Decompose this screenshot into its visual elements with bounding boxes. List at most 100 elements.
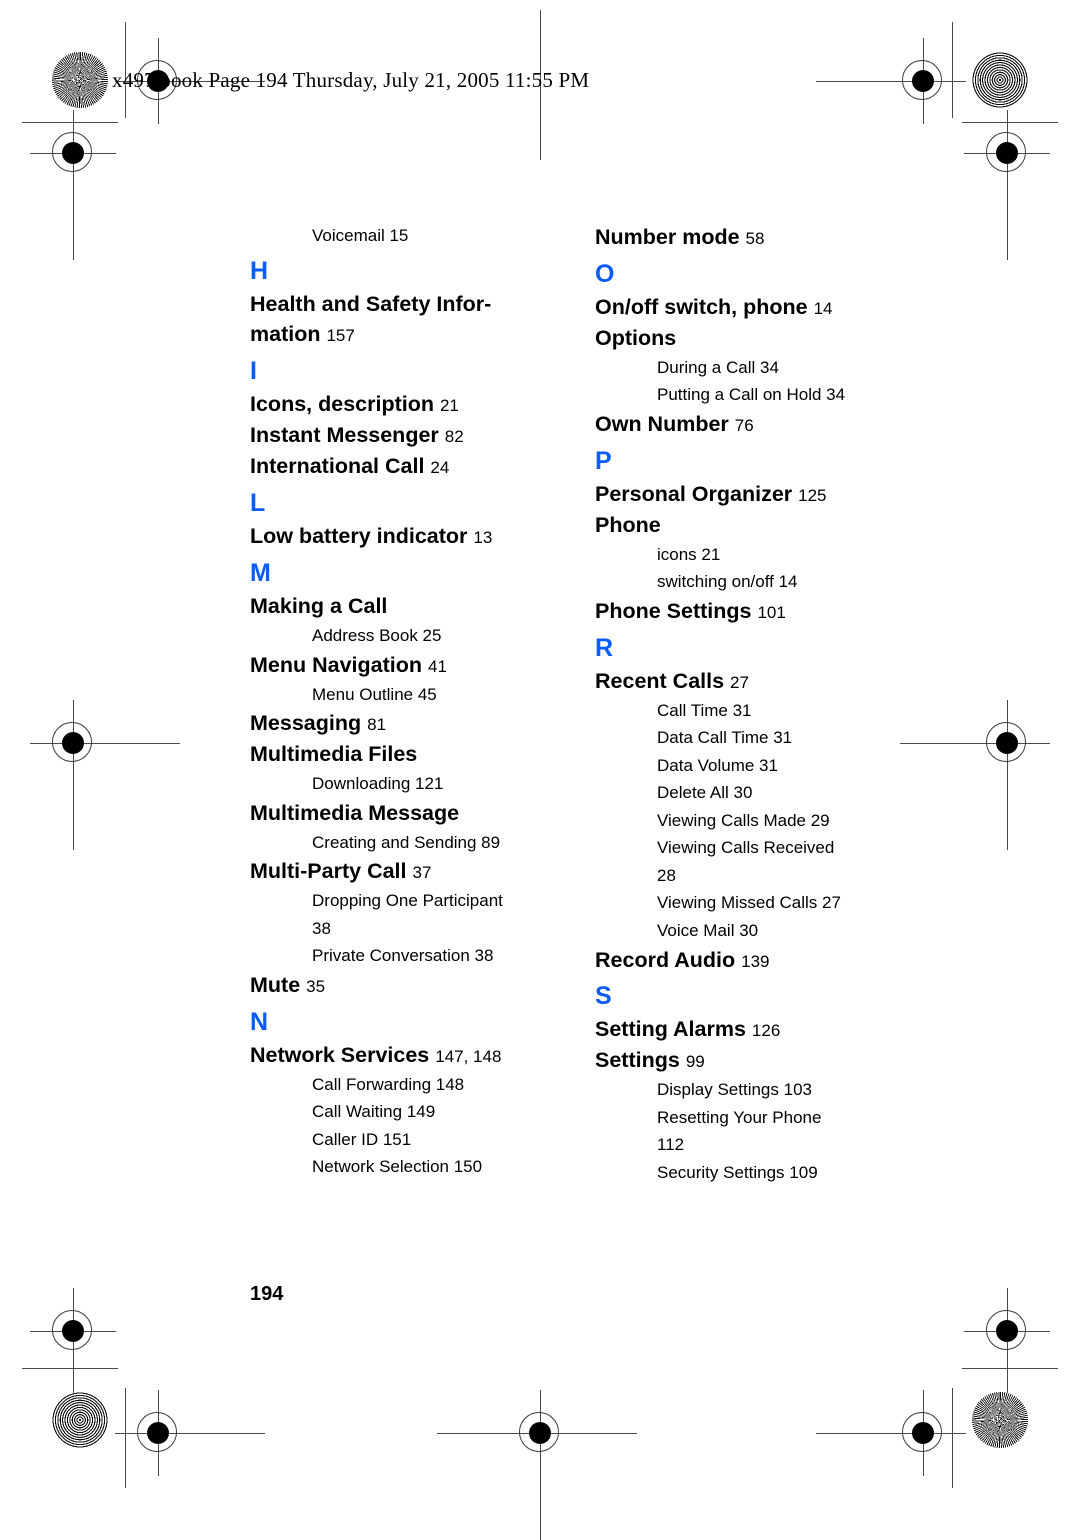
index-entry: Record Audio 139 — [595, 945, 905, 976]
index-entry-page-number: 58 — [745, 229, 765, 248]
index-entry: Health and Safety Infor- — [250, 289, 560, 320]
index-entry-page-number: 41 — [428, 656, 447, 676]
index-subentry: Menu Outline 45 — [312, 684, 437, 704]
index-entry-label: Icons, description — [250, 392, 434, 417]
index-entry-label: Messaging — [250, 711, 362, 736]
index-entry: Multimedia Message — [250, 798, 560, 829]
index-entry: Recent Calls 27 — [595, 666, 905, 697]
index-entry: Setting Alarms 126 — [595, 1014, 905, 1045]
file-slug-line: x497.book Page 194 Thursday, July 21, 20… — [112, 68, 590, 92]
index-entry-label: Multimedia Files — [250, 742, 418, 767]
index-column-right: Number mode 58 O On/off switch, phone 14 Op… — [595, 222, 905, 1187]
index-entry-label: Low battery indicator — [250, 524, 468, 549]
trim-rule-lower-right-horizontal — [962, 1368, 1058, 1370]
index-entry-page-number: 76 — [734, 415, 754, 435]
index-entry-page-number: 125 — [798, 485, 827, 505]
index-subentry: Viewing Calls Made 29 — [657, 810, 830, 830]
index-subentry: 38 — [312, 918, 331, 938]
index-subentry: Voicemail 15 — [312, 226, 409, 245]
index-column-left: Voicemail 15 H Health and Safety Infor-mat… — [250, 222, 560, 1181]
index-subentry: Viewing Calls Received — [657, 838, 835, 858]
registration-crosshair-mid-right — [900, 700, 1050, 850]
index-letter-heading: P — [595, 446, 612, 475]
registration-burst-top-right — [972, 52, 1028, 108]
index-letter-heading: N — [250, 1007, 269, 1036]
index-subentry: Data Call Time 31 — [657, 728, 793, 748]
index-entry-page-number: 101 — [757, 602, 786, 622]
index-entry-label: On/off switch, phone — [595, 294, 808, 319]
index-entry: Multimedia Files — [250, 739, 560, 770]
index-subentry: Network Selection 150 — [312, 1157, 483, 1177]
index-entry: mation 157 — [250, 319, 560, 350]
index-entry-label: Number mode — [595, 225, 740, 249]
registration-crosshair-lower-left — [30, 1288, 116, 1438]
index-entry-label: Options — [595, 325, 677, 350]
index-subentry: Call Forwarding 148 — [312, 1074, 465, 1094]
index-entry-label: Recent Calls — [595, 668, 725, 693]
index-entry-label: Multimedia Message — [250, 800, 460, 825]
registration-crosshair-top-right — [816, 38, 966, 124]
index-subentry: Caller ID 151 — [312, 1129, 412, 1149]
index-entry-page-number: 35 — [306, 976, 326, 996]
registration-crosshair-mid-left — [30, 700, 180, 850]
index-entry: Network Services 147, 148 — [250, 1040, 560, 1071]
index-entry-label: mation — [250, 322, 321, 347]
index-entry: Mute 35 — [250, 970, 560, 1001]
index-letter-heading: I — [250, 357, 257, 386]
index-entry-page-number: 99 — [685, 1052, 705, 1072]
index-letter-heading: O — [595, 259, 615, 288]
index-letter-heading: H — [250, 256, 269, 285]
index-letter-heading: M — [250, 559, 271, 588]
index-subentry: Viewing Missed Calls 27 — [657, 893, 841, 913]
index-subentry: switching on/off 14 — [657, 572, 798, 592]
index-entry: Number mode 58 — [595, 222, 905, 253]
index-subentry: Creating and Sending 89 — [312, 832, 501, 852]
index-entry: Own Number 76 — [595, 409, 905, 440]
index-letter-heading: L — [250, 489, 266, 518]
index-subentry: Delete All 30 — [657, 783, 753, 803]
registration-burst-bottom-left — [52, 1392, 108, 1448]
index-entry: International Call 24 — [250, 451, 560, 482]
index-entry: Multi-Party Call 37 — [250, 856, 560, 887]
index-subentry: During a Call 34 — [657, 357, 779, 377]
registration-crosshair-upper-right — [964, 110, 1050, 260]
registration-burst-top-left — [52, 52, 108, 108]
index-entry-label: Instant Messenger — [250, 423, 439, 448]
index-entry: Making a Call — [250, 591, 560, 622]
index-subentry: 28 — [657, 865, 676, 885]
index-entry-label: Making a Call — [250, 594, 388, 619]
registration-crosshair-bottom-center — [437, 1390, 637, 1540]
index-entry-label: Menu Navigation — [250, 652, 423, 677]
index-entry: On/off switch, phone 14 — [595, 292, 905, 323]
index-entry: Instant Messenger 82 — [250, 420, 560, 451]
index-subentry: Private Conversation 38 — [312, 946, 494, 966]
index-entry-label: International Call — [250, 454, 425, 479]
index-subentry: Dropping One Participant — [312, 891, 503, 911]
index-entry-page-number: 13 — [473, 528, 493, 548]
index-entry-page-number: 81 — [367, 715, 387, 735]
index-entry-label: Personal Organizer — [595, 481, 793, 506]
index-entry-page-number: 147, 148 — [435, 1046, 502, 1066]
index-entry: Icons, description 21 — [250, 389, 560, 420]
index-entry-page-number: 27 — [730, 672, 749, 692]
index-letter-heading: S — [595, 982, 612, 1011]
index-entry: Settings 99 — [595, 1045, 905, 1076]
index-subentry: Downloading 121 — [312, 774, 444, 794]
registration-burst-bottom-right — [972, 1392, 1028, 1448]
index-entry-page-number: 21 — [439, 396, 459, 416]
index-entry: Messaging 81 — [250, 708, 560, 739]
trim-rule-lower-left-horizontal — [22, 1368, 118, 1370]
index-subentry: Putting a Call on Hold 34 — [657, 385, 846, 405]
registration-crosshair-bottom-left — [115, 1390, 265, 1476]
index-subentry: Data Volume 31 — [657, 755, 778, 775]
index-entry: Phone Settings 101 — [595, 596, 905, 627]
registration-crosshair-upper-left — [30, 110, 116, 260]
index-subentry: 112 — [657, 1135, 685, 1155]
index-letter-heading: R — [595, 633, 614, 662]
index-entry-label: Multi-Party Call — [250, 859, 407, 884]
index-subentry: Display Settings 103 — [657, 1080, 812, 1100]
index-subentry: Resetting Your Phone — [657, 1107, 822, 1127]
index-entry-label: Record Audio — [595, 947, 736, 972]
index-entry-page-number: 24 — [430, 458, 450, 478]
index-entry-label: Settings — [595, 1048, 680, 1073]
